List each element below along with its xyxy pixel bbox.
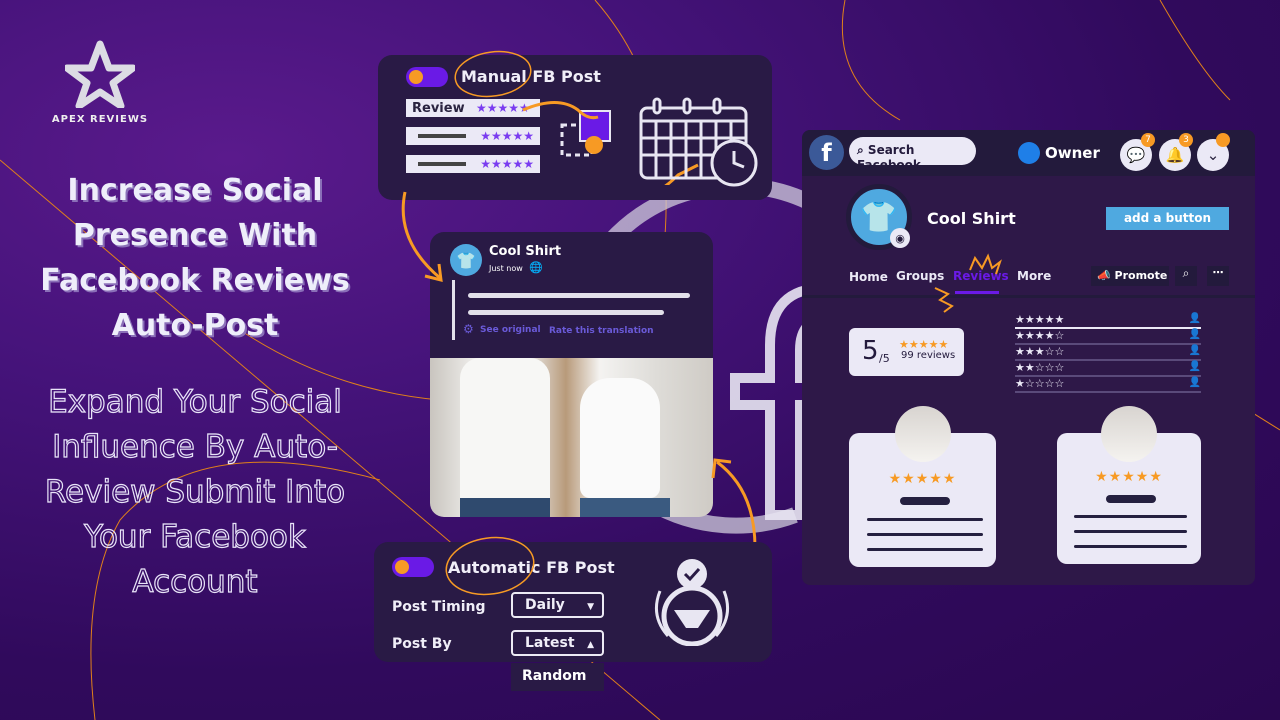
see-original-link[interactable]: See original — [480, 325, 541, 335]
headline: Increase Social Presence With Facebook R… — [40, 173, 350, 343]
add-a-button[interactable]: add a button — [1106, 207, 1229, 230]
user-icon: 👤 — [1188, 329, 1201, 340]
auto-post-toggle[interactable] — [392, 557, 434, 577]
review-row-stars: ★★★★★ — [480, 129, 534, 143]
rating-count: 99 reviews — [901, 350, 956, 361]
account-menu-badge — [1216, 133, 1230, 147]
rating-distribution-row[interactable]: ★★★★☆ 👤 — [1015, 329, 1201, 345]
auto-post-title: Automatic FB Post — [448, 558, 615, 577]
rating-summary: 5 /5 ★★★★★ 99 reviews — [849, 328, 964, 376]
arrow-icon — [522, 101, 699, 185]
review-row-stars: ★★★★★ — [480, 157, 534, 171]
arrow-icon — [711, 458, 757, 549]
drag-select-icon — [560, 110, 611, 157]
distribution-stars: ★★☆☆☆ — [1015, 361, 1065, 374]
post-timing-label: Post Timing — [392, 599, 486, 615]
post-by-label: Post By — [392, 636, 452, 652]
calendar-clock-icon — [639, 97, 758, 187]
review-row: Review ★★★★★ — [406, 99, 540, 117]
autopilot-steering-icon — [654, 559, 730, 646]
caret-up-icon: ▲ — [587, 640, 594, 650]
globe-icon: 🌐 — [529, 261, 543, 274]
promote-label: Promote — [1114, 269, 1168, 282]
search-icon: ⌕ — [857, 143, 864, 157]
user-icon: 👤 — [1188, 313, 1201, 324]
rating-distribution-row[interactable]: ★☆☆☆☆ 👤 — [1015, 377, 1201, 393]
user-avatar-icon — [1018, 142, 1040, 164]
messenger-badge: 7 — [1141, 133, 1155, 147]
review-stars: ★★★★★ — [888, 471, 957, 487]
post-by-value: Latest — [525, 635, 575, 651]
rating-distribution-row[interactable]: ★★☆☆☆ 👤 — [1015, 361, 1201, 377]
rating-out-of: /5 — [879, 352, 890, 365]
distribution-stars: ★★★★★ — [1015, 313, 1065, 326]
post-page-name: Cool Shirt — [489, 244, 562, 259]
user-icon: 👤 — [1188, 377, 1201, 388]
user-name[interactable]: Owner — [1045, 144, 1100, 162]
post-by-option-random[interactable]: Random — [511, 663, 604, 691]
megaphone-icon: 📣 — [1097, 269, 1111, 282]
tab-more[interactable]: More — [1017, 269, 1051, 283]
manual-post-toggle[interactable] — [406, 67, 448, 87]
post-text-line — [468, 293, 690, 298]
post-time: Just now — [489, 264, 523, 273]
rate-translation-link[interactable]: Rate this translation — [549, 326, 654, 336]
search-placeholder: Search Facebook — [857, 143, 921, 172]
more-options-icon[interactable]: ⋯ — [1207, 266, 1229, 286]
brand-logo: APEX REVIEWS — [50, 40, 150, 125]
manual-fb-post-card: Manual FB Post Review ★★★★★ ★★★★★ ★★★★★ — [378, 50, 772, 200]
facebook-logo-icon[interactable]: f — [809, 135, 844, 170]
user-icon: 👤 — [1188, 345, 1201, 356]
page-search-icon[interactable]: ⌕ — [1175, 266, 1197, 286]
review-stars: ★★★★★ — [1095, 469, 1163, 485]
post-timing-value: Daily — [525, 597, 565, 613]
distribution-stars: ★★★★☆ — [1015, 329, 1065, 342]
post-preview-card: 👕 Cool Shirt Just now 🌐 ⚙ See original R… — [430, 232, 713, 362]
page-title: Cool Shirt — [927, 209, 1016, 228]
gear-icon: ⚙ — [463, 322, 474, 336]
review-row: ★★★★★ — [406, 127, 540, 145]
rating-score: 5 — [862, 336, 879, 366]
promote-button[interactable]: 📣 Promote — [1091, 266, 1169, 286]
post-timing-select[interactable]: Daily ▼ — [511, 592, 604, 618]
brand-name: APEX REVIEWS — [51, 114, 149, 125]
caret-down-icon: ▼ — [587, 602, 594, 612]
distribution-stars: ★☆☆☆☆ — [1015, 377, 1065, 390]
apex-star-logo-icon — [63, 40, 137, 110]
subheadline: Expand Your Social Influence By Auto-Rev… — [44, 383, 346, 600]
tab-reviews[interactable]: Reviews — [953, 269, 1009, 283]
post-by-select[interactable]: Latest ▲ — [511, 630, 604, 656]
user-icon: 👤 — [1188, 361, 1201, 372]
post-text-line — [468, 310, 664, 315]
distribution-stars: ★★★☆☆ — [1015, 345, 1065, 358]
review-row-stars: ★★★★★ — [476, 101, 530, 115]
automatic-fb-post-card: Automatic FB Post Post Timing Daily ▼ Pos… — [374, 536, 772, 662]
reviewer-avatar — [1101, 406, 1157, 462]
search-facebook-input[interactable]: ⌕ Search Facebook — [849, 137, 976, 172]
active-tab-underline — [955, 291, 999, 294]
manual-post-title: Manual FB Post — [461, 67, 601, 86]
tab-groups[interactable]: Groups — [896, 269, 944, 283]
notifications-badge: 3 — [1179, 133, 1193, 147]
post-photo — [430, 358, 713, 517]
page-avatar: 👕 — [450, 244, 482, 276]
tab-home[interactable]: Home — [849, 270, 888, 284]
reviewer-avatar — [895, 406, 951, 462]
rating-distribution-row[interactable]: ★★★★★ 👤 — [1015, 313, 1201, 329]
review-row: ★★★★★ — [406, 155, 540, 173]
camera-icon[interactable]: ◉ — [890, 228, 910, 248]
review-row-label: Review — [412, 100, 465, 116]
rating-distribution-row[interactable]: ★★★☆☆ 👤 — [1015, 345, 1201, 361]
